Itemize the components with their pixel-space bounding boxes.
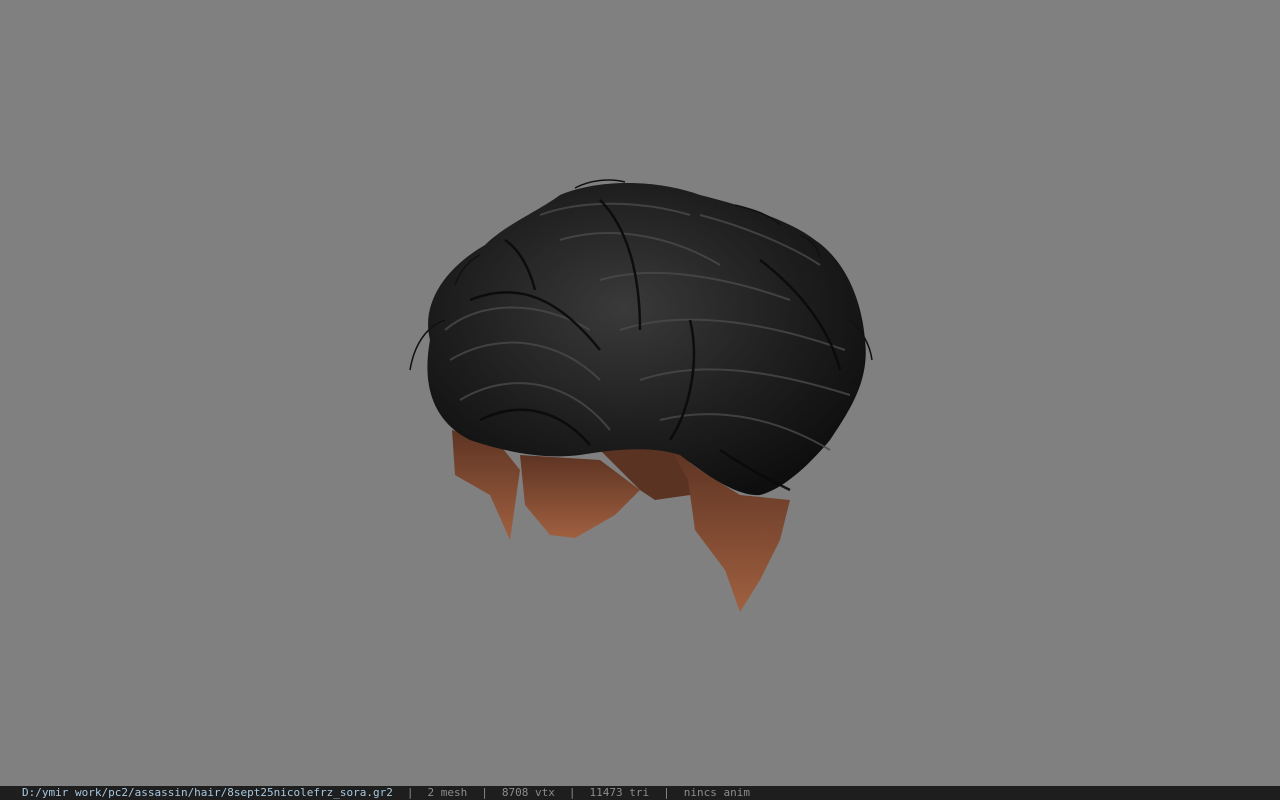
separator: |	[406, 786, 414, 799]
vertex-count-label: 8708 vtx	[501, 786, 555, 799]
triangle-count-label: 11473 tri	[589, 786, 650, 799]
file-path-label: D:/ymir work/pc2/assassin/hair/8sept25ni…	[22, 786, 393, 799]
separator: |	[481, 786, 488, 799]
separator: |	[663, 786, 670, 799]
hair-model-render[interactable]	[0, 0, 1280, 786]
anim-status-label: nincs anim	[683, 786, 750, 799]
status-bar: D:/ymir work/pc2/assassin/hair/8sept25ni…	[0, 786, 1280, 800]
3d-viewport[interactable]	[0, 0, 1280, 786]
mesh-count-label: 2 mesh	[427, 786, 468, 799]
separator: |	[568, 786, 576, 799]
